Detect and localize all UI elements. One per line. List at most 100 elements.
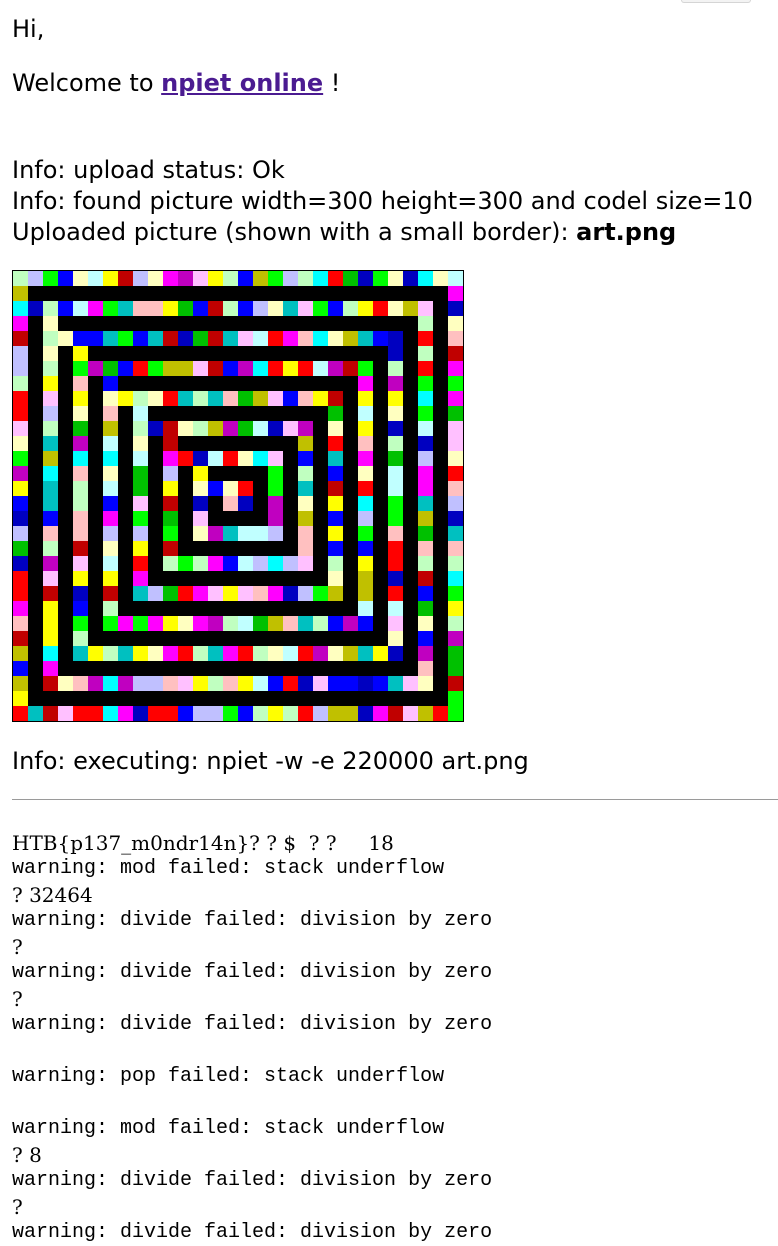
codel <box>43 451 58 466</box>
codel <box>298 661 313 676</box>
codel <box>403 436 418 451</box>
codel <box>223 541 238 556</box>
codel <box>298 691 313 706</box>
codel <box>388 496 403 511</box>
codel <box>238 466 253 481</box>
codel <box>358 286 373 301</box>
codel <box>148 526 163 541</box>
codel <box>118 691 133 706</box>
codel <box>118 586 133 601</box>
codel <box>343 451 358 466</box>
codel <box>178 466 193 481</box>
codel <box>103 271 118 286</box>
codel <box>253 436 268 451</box>
codel <box>118 661 133 676</box>
codel <box>88 466 103 481</box>
codel <box>148 631 163 646</box>
codel <box>238 661 253 676</box>
codel <box>13 556 28 571</box>
codel <box>388 706 403 721</box>
npiet-online-link[interactable]: npiet online <box>161 69 323 97</box>
codel <box>268 391 283 406</box>
codel <box>43 631 58 646</box>
codel <box>448 511 463 526</box>
codel <box>208 481 223 496</box>
codel <box>133 301 148 316</box>
codel <box>298 361 313 376</box>
codel <box>208 391 223 406</box>
codel <box>343 436 358 451</box>
codel <box>418 631 433 646</box>
codel <box>88 496 103 511</box>
codel <box>133 466 148 481</box>
codel <box>403 466 418 481</box>
codel <box>373 406 388 421</box>
codel <box>43 691 58 706</box>
codel <box>238 331 253 346</box>
codel <box>223 691 238 706</box>
codel <box>178 451 193 466</box>
codel <box>388 631 403 646</box>
codel <box>133 421 148 436</box>
codel <box>133 601 148 616</box>
codel <box>418 586 433 601</box>
codel <box>343 676 358 691</box>
codel <box>343 391 358 406</box>
codel <box>358 496 373 511</box>
codel <box>433 316 448 331</box>
codel <box>418 601 433 616</box>
codel <box>43 616 58 631</box>
codel <box>433 601 448 616</box>
codel <box>448 661 463 676</box>
browser-tab-edge <box>681 0 751 3</box>
codel <box>388 466 403 481</box>
codel <box>88 436 103 451</box>
codel <box>283 676 298 691</box>
codel <box>133 451 148 466</box>
codel <box>28 601 43 616</box>
codel <box>253 706 268 721</box>
codel <box>178 511 193 526</box>
codel <box>43 421 58 436</box>
codel <box>178 571 193 586</box>
codel <box>328 526 343 541</box>
codel <box>253 346 268 361</box>
codel <box>373 466 388 481</box>
codel <box>13 661 28 676</box>
codel <box>133 391 148 406</box>
codel <box>448 676 463 691</box>
codel <box>298 616 313 631</box>
codel <box>343 406 358 421</box>
codel <box>418 676 433 691</box>
codel <box>178 496 193 511</box>
codel <box>313 451 328 466</box>
codel <box>88 391 103 406</box>
codel <box>148 286 163 301</box>
codel <box>388 601 403 616</box>
codel <box>13 571 28 586</box>
codel <box>253 481 268 496</box>
codel <box>58 616 73 631</box>
codel <box>118 496 133 511</box>
codel <box>178 661 193 676</box>
codel <box>73 601 88 616</box>
codel <box>403 691 418 706</box>
codel <box>418 481 433 496</box>
codel <box>163 556 178 571</box>
codel <box>118 436 133 451</box>
codel <box>148 316 163 331</box>
welcome-suffix: ! <box>330 69 341 97</box>
codel <box>388 391 403 406</box>
codel <box>193 376 208 391</box>
codel <box>238 706 253 721</box>
codel <box>43 571 58 586</box>
codel <box>13 421 28 436</box>
codel <box>418 616 433 631</box>
codel <box>253 301 268 316</box>
codel <box>238 451 253 466</box>
codel <box>268 271 283 286</box>
codel <box>268 526 283 541</box>
codel <box>373 571 388 586</box>
codel <box>13 511 28 526</box>
codel <box>418 706 433 721</box>
